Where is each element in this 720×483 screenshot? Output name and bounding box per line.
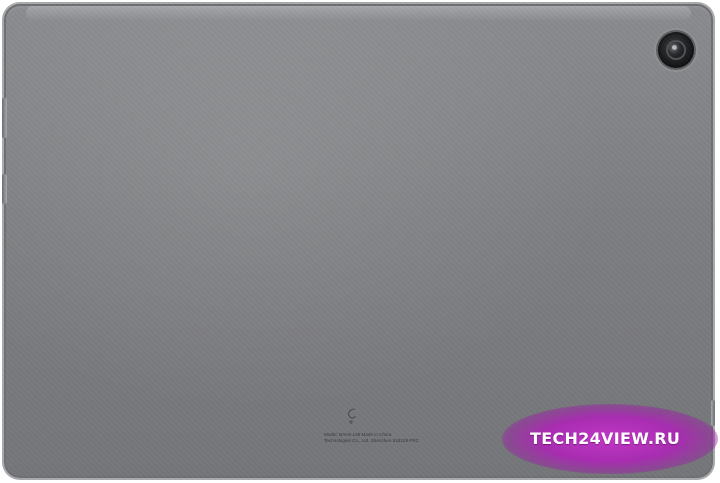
- volume-button: [2, 98, 7, 138]
- right-edge-port: [711, 400, 715, 426]
- camera-lens-icon: [668, 42, 684, 58]
- top-edge-highlight: [26, 6, 691, 20]
- regulatory-maker-line: Technologies Co., Ltd. Shenzhen 518129 P…: [324, 438, 420, 443]
- power-button: [2, 174, 7, 204]
- photo-stage: Model: BAH2-L09 Made in China Technologi…: [0, 0, 720, 483]
- certification-mark-icon: [348, 408, 356, 424]
- regulatory-text: Model: BAH2-L09 Made in China Technologi…: [324, 432, 419, 444]
- rear-camera: [658, 32, 694, 68]
- lens-glint: [672, 45, 677, 50]
- watermark-text: TECH24VIEW.RU: [530, 429, 681, 448]
